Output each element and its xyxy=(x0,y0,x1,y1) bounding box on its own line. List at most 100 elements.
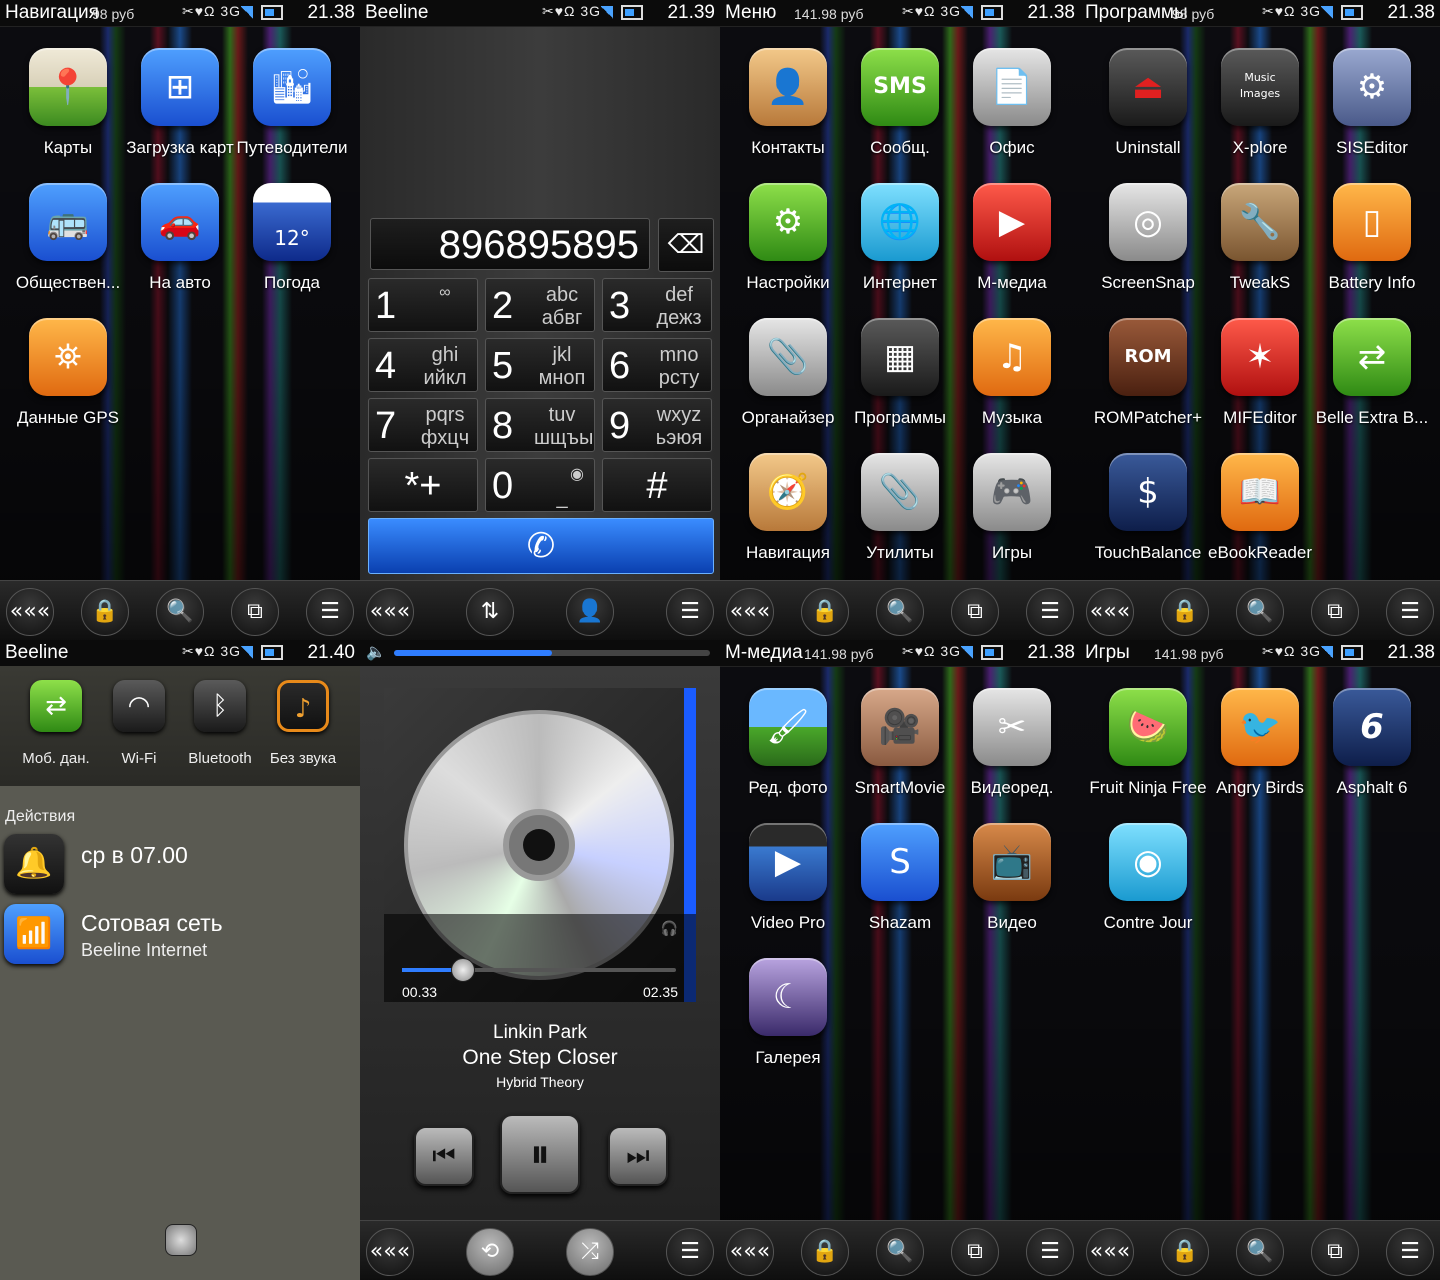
contacts-button[interactable]: 👤 xyxy=(566,588,614,636)
menu-button[interactable]: ☰ xyxy=(1026,1228,1074,1276)
seek-knob[interactable] xyxy=(451,958,476,982)
next-track-button[interactable]: ⏭ xyxy=(608,1126,668,1186)
volume-slider[interactable] xyxy=(394,650,710,656)
menu-button[interactable]: ☰ xyxy=(1386,1228,1434,1276)
photo-editor-app-icon[interactable]: 🖌 xyxy=(749,688,827,766)
ebookreader-app-icon[interactable]: 📖 xyxy=(1221,453,1299,531)
dial-key-5[interactable]: 5 jkl мноп xyxy=(485,338,595,392)
dial-key-4[interactable]: 4 ghi ийкл xyxy=(368,338,478,392)
search-button[interactable]: 🔍 xyxy=(156,588,204,636)
dial-key-0[interactable]: 0 _ ◉ xyxy=(485,458,595,512)
menu-button[interactable]: ☰ xyxy=(1026,588,1074,636)
video-pro-app-icon[interactable]: ▶ xyxy=(749,823,827,901)
previous-track-button[interactable]: ⏮ xyxy=(414,1126,474,1186)
dial-key-star[interactable]: *+ xyxy=(368,458,478,512)
rompatcher-app-icon[interactable]: ROM xyxy=(1109,318,1187,396)
tweaks-app-icon[interactable]: 🔧 xyxy=(1221,183,1299,261)
x-plore-app-icon[interactable]: Music Images xyxy=(1221,48,1299,126)
call-button[interactable]: ✆ xyxy=(368,518,714,574)
dial-key-hash[interactable]: # xyxy=(602,458,712,512)
back-button[interactable]: ««« xyxy=(726,588,774,636)
menu-button[interactable]: ☰ xyxy=(666,1228,714,1276)
office-app-icon[interactable]: 📄 xyxy=(973,48,1051,126)
programs-folder-icon[interactable]: ▦ xyxy=(861,318,939,396)
seek-bar[interactable] xyxy=(402,958,676,982)
city-guides-app-icon[interactable]: 🏙 xyxy=(253,48,331,126)
task-switcher-button[interactable]: ⧉ xyxy=(1311,1228,1359,1276)
lock-button[interactable]: 🔒 xyxy=(801,588,849,636)
settings-folder-icon[interactable]: ⚙ xyxy=(749,183,827,261)
battery-info-app-icon[interactable]: ▯ xyxy=(1333,183,1411,261)
asphalt-6-app-icon[interactable]: 6 xyxy=(1333,688,1411,766)
menu-button[interactable]: ☰ xyxy=(666,588,714,636)
lock-button[interactable]: 🔒 xyxy=(81,588,129,636)
task-switcher-button[interactable]: ⧉ xyxy=(951,588,999,636)
call-log-button[interactable]: ⇅ xyxy=(466,588,514,636)
maps-app-icon[interactable]: 📍 xyxy=(29,48,107,126)
contre-jour-app-icon[interactable]: ◉ xyxy=(1109,823,1187,901)
search-button[interactable]: 🔍 xyxy=(1236,1228,1284,1276)
back-button[interactable]: ««« xyxy=(366,588,414,636)
back-button[interactable]: ««« xyxy=(1086,1228,1134,1276)
headphones-icon[interactable]: 🎧 xyxy=(661,920,678,937)
lock-button[interactable]: 🔒 xyxy=(801,1228,849,1276)
fruit-ninja-app-icon[interactable]: 🍉 xyxy=(1109,688,1187,766)
dial-key-2[interactable]: 2 abc абвг xyxy=(485,278,595,332)
mobile-data-toggle[interactable]: ⇄ xyxy=(30,680,82,732)
menu-button[interactable]: ☰ xyxy=(306,588,354,636)
gps-data-app-icon[interactable]: ⛯ xyxy=(29,318,107,396)
map-download-app-icon[interactable]: ⊞ xyxy=(141,48,219,126)
backspace-button[interactable]: ⌫ xyxy=(658,218,714,272)
back-button[interactable]: ««« xyxy=(366,1228,414,1276)
belle-extra-buttons-app-icon[interactable]: ⇄ xyxy=(1333,318,1411,396)
alarm-notification[interactable]: ср в 07.00 xyxy=(81,842,188,869)
shuffle-button[interactable]: ⤮ xyxy=(566,1228,614,1276)
music-folder-icon[interactable]: ♫ xyxy=(973,318,1051,396)
pause-button[interactable]: ⏸ xyxy=(500,1114,580,1194)
wifi-toggle[interactable]: ◠ xyxy=(113,680,165,732)
back-button[interactable]: ««« xyxy=(6,588,54,636)
dial-key-1[interactable]: 1 ∞ xyxy=(368,278,478,332)
search-button[interactable]: 🔍 xyxy=(1236,588,1284,636)
drive-app-icon[interactable]: 🚗 xyxy=(141,183,219,261)
video-editor-app-icon[interactable]: ✂ xyxy=(973,688,1051,766)
video-app-icon[interactable]: 📺 xyxy=(973,823,1051,901)
dial-key-9[interactable]: 9 wxyz ьэюя xyxy=(602,398,712,452)
repeat-button[interactable]: ⟲ xyxy=(466,1228,514,1276)
games-folder-icon[interactable]: 🎮 xyxy=(973,453,1051,531)
m-media-folder-icon[interactable]: ▶ xyxy=(973,183,1051,261)
search-button[interactable]: 🔍 xyxy=(876,1228,924,1276)
internet-folder-icon[interactable]: 🌐 xyxy=(861,183,939,261)
network-notification-title[interactable]: Сотовая сеть xyxy=(81,910,223,937)
dial-key-3[interactable]: 3 def дежз xyxy=(602,278,712,332)
menu-button[interactable]: ☰ xyxy=(1386,588,1434,636)
search-button[interactable]: 🔍 xyxy=(876,588,924,636)
dial-number-field[interactable]: 896895895 xyxy=(370,218,650,270)
bluetooth-toggle[interactable]: ᛒ xyxy=(194,680,246,732)
screensnap-app-icon[interactable]: ◎ xyxy=(1109,183,1187,261)
task-switcher-button[interactable]: ⧉ xyxy=(951,1228,999,1276)
angry-birds-app-icon[interactable]: 🐦 xyxy=(1221,688,1299,766)
back-button[interactable]: ««« xyxy=(1086,588,1134,636)
utilities-folder-icon[interactable]: 📎 xyxy=(861,453,939,531)
lock-button[interactable]: 🔒 xyxy=(1161,1228,1209,1276)
organizer-folder-icon[interactable]: 📎 xyxy=(749,318,827,396)
messaging-app-icon[interactable]: SMS xyxy=(861,48,939,126)
dial-key-7[interactable]: 7 pqrs фхцч xyxy=(368,398,478,452)
task-switcher-button[interactable]: ⧉ xyxy=(1311,588,1359,636)
uninstall-app-icon[interactable]: ⏏ xyxy=(1109,48,1187,126)
lock-button[interactable]: 🔒 xyxy=(1161,588,1209,636)
navigation-folder-icon[interactable]: 🧭 xyxy=(749,453,827,531)
task-switcher-button[interactable]: ⧉ xyxy=(231,588,279,636)
contacts-app-icon[interactable]: 👤 xyxy=(749,48,827,126)
gallery-app-icon[interactable]: ☾ xyxy=(749,958,827,1036)
mifeditor-app-icon[interactable]: ✶ xyxy=(1221,318,1299,396)
touchbalance-app-icon[interactable]: $ xyxy=(1109,453,1187,531)
panel-close-handle[interactable] xyxy=(165,1224,197,1256)
dial-key-6[interactable]: 6 mno рсту xyxy=(602,338,712,392)
weather-app-icon[interactable]: 12° xyxy=(253,183,331,261)
public-transport-app-icon[interactable]: 🚌 xyxy=(29,183,107,261)
silent-toggle[interactable]: ♪ xyxy=(277,680,329,732)
smartmovie-app-icon[interactable]: 🎥 xyxy=(861,688,939,766)
dial-key-8[interactable]: 8 tuv шщъы xyxy=(485,398,595,452)
